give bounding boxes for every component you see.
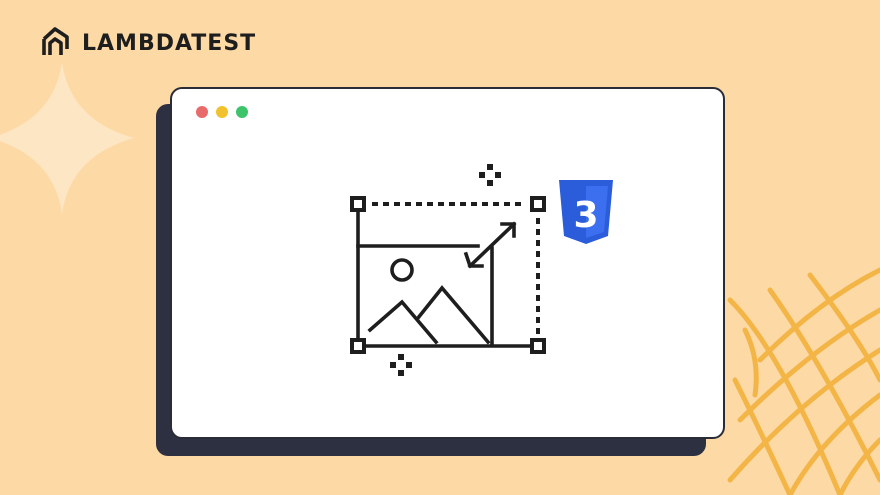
resize-image-icon bbox=[350, 164, 546, 376]
maximize-dot bbox=[236, 106, 248, 118]
css3-logo-icon: 3 bbox=[559, 180, 613, 244]
css3-badge-number: 3 bbox=[573, 195, 598, 236]
lambdatest-logo-icon bbox=[42, 27, 69, 55]
close-dot bbox=[196, 106, 208, 118]
minimize-dot bbox=[216, 106, 228, 118]
brand[interactable]: LAMBDATEST bbox=[38, 26, 256, 60]
brand-name: LAMBDATEST bbox=[82, 30, 257, 56]
